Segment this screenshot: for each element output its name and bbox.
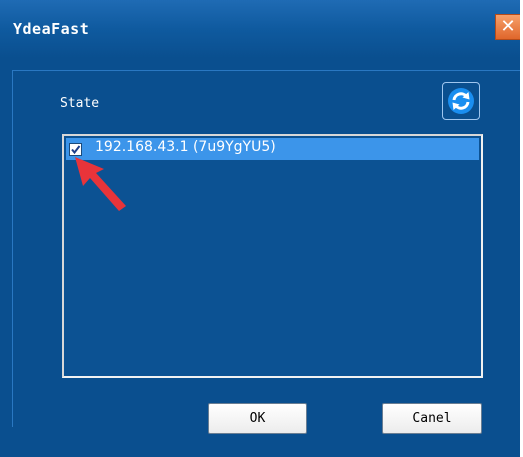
- cancel-button[interactable]: Canel: [382, 403, 482, 434]
- ok-button[interactable]: OK: [208, 403, 307, 434]
- dialog-window: YdeaFast ✕ State 192.168.43.1 (7u9YgYU5): [0, 0, 520, 457]
- annotation-arrow: [75, 157, 126, 211]
